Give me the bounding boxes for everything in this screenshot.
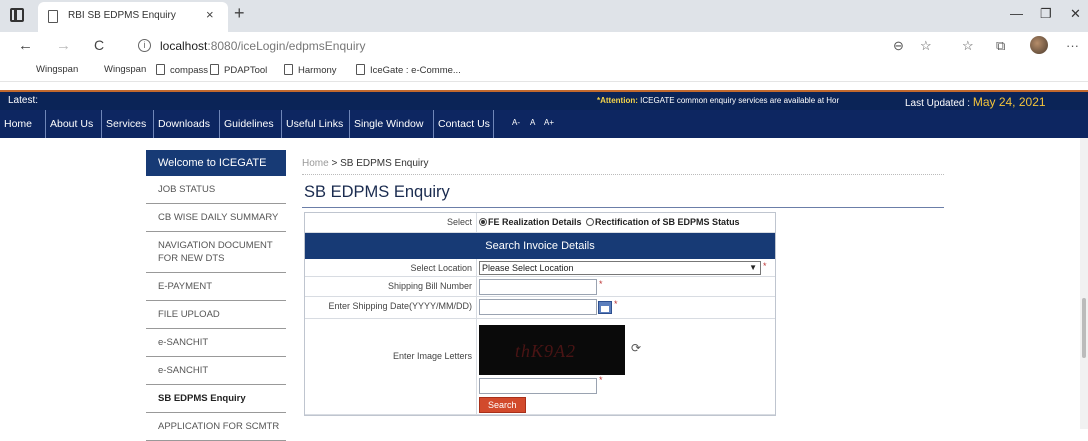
- sidebar-item-cb-wise-summary[interactable]: CB WISE DAILY SUMMARY: [146, 204, 286, 232]
- section-heading: Search Invoice Details: [305, 233, 775, 259]
- chevron-down-icon: ▼: [749, 263, 757, 272]
- address-bar: ← → C i localhost:8080/iceLogin/edpmsEnq…: [0, 32, 1088, 60]
- main-nav: Home About Us Services Downloads Guideli…: [0, 110, 1088, 138]
- captcha-label: Enter Image Letters: [305, 319, 477, 414]
- sidebar-item-navigation-document[interactable]: NAVIGATION DOCUMENT FOR NEW DTS: [146, 232, 286, 273]
- edpms-form: Select FE Realization Details Rectificat…: [304, 212, 776, 416]
- collections-icon[interactable]: ⧉: [996, 38, 1005, 54]
- last-updated: Last Updated : May 24, 2021: [905, 95, 1046, 109]
- sb-number-label: Shipping Bill Number: [305, 277, 477, 296]
- font-normal-button[interactable]: A: [530, 118, 535, 127]
- rectification-label[interactable]: Rectification of SB EDPMS Status: [595, 217, 740, 227]
- side-menu: Welcome to ICEGATE JOB STATUS CB WISE DA…: [146, 150, 286, 441]
- bookmark-item[interactable]: Wingspan: [36, 64, 78, 75]
- select-label: Select: [305, 213, 477, 232]
- sidebar-item-job-status[interactable]: JOB STATUS: [146, 176, 286, 204]
- page-icon: [156, 64, 165, 75]
- tab-close-icon[interactable]: ×: [206, 7, 214, 22]
- bookmark-item[interactable]: Harmony: [284, 64, 337, 76]
- page-icon: [48, 10, 58, 23]
- nav-useful-links[interactable]: Useful Links: [282, 110, 350, 138]
- sb-number-row: Shipping Bill Number *: [305, 277, 775, 297]
- bookmark-item[interactable]: IceGate : e-Comme...: [356, 64, 461, 76]
- sb-number-input[interactable]: [479, 279, 597, 295]
- profile-avatar[interactable]: [1030, 36, 1048, 54]
- captcha-input[interactable]: [479, 378, 597, 394]
- more-icon[interactable]: ···: [1066, 38, 1079, 53]
- latest-label: Latest:: [8, 95, 39, 106]
- favorites-icon[interactable]: ☆: [962, 38, 974, 54]
- page-icon: [356, 64, 365, 75]
- font-increase-button[interactable]: A+: [544, 118, 554, 127]
- forward-icon[interactable]: →: [56, 37, 71, 54]
- bookmark-item[interactable]: compass: [156, 64, 208, 76]
- select-row: Select FE Realization Details Rectificat…: [305, 213, 775, 233]
- bookmark-item[interactable]: PDAPTool: [210, 64, 267, 76]
- breadcrumb-home[interactable]: Home: [302, 158, 329, 169]
- read-aloud-icon[interactable]: ☆: [920, 38, 932, 54]
- attention-ticker[interactable]: *Attention: ICEGATE common enquiry servi…: [597, 96, 839, 105]
- nav-services[interactable]: Services: [102, 110, 154, 138]
- welcome-heading: Welcome to ICEGATE: [146, 150, 286, 176]
- fe-realization-label[interactable]: FE Realization Details: [488, 217, 582, 227]
- zoom-icon[interactable]: ⊖: [893, 38, 904, 54]
- site-info-icon[interactable]: i: [138, 39, 151, 52]
- reload-icon[interactable]: C: [94, 37, 104, 53]
- nav-guidelines[interactable]: Guidelines: [220, 110, 282, 138]
- page-icon: [210, 64, 219, 75]
- calendar-icon[interactable]: [598, 300, 612, 314]
- fe-realization-radio[interactable]: [479, 218, 487, 226]
- sb-date-label: Enter Shipping Date(YYYY/MM/DD): [305, 297, 477, 318]
- page-title: SB EDPMS Enquiry: [304, 183, 450, 201]
- location-label: Select Location: [305, 259, 477, 276]
- refresh-captcha-icon[interactable]: ⟳: [631, 341, 641, 355]
- breadcrumb-current: SB EDPMS Enquiry: [340, 158, 429, 169]
- maximize-icon[interactable]: ❐: [1040, 6, 1052, 22]
- scrollbar-thumb[interactable]: [1082, 298, 1086, 358]
- back-icon[interactable]: ←: [18, 37, 33, 54]
- new-tab-icon[interactable]: +: [234, 3, 245, 24]
- sidebar-item-application-scmtr[interactable]: APPLICATION FOR SCMTR: [146, 413, 286, 441]
- nav-contact-us[interactable]: Contact Us: [434, 110, 494, 138]
- browser-tab[interactable]: RBI SB EDPMS Enquiry ×: [38, 2, 228, 32]
- page-scrollbar[interactable]: [1080, 138, 1088, 429]
- minimize-icon[interactable]: —: [1010, 6, 1023, 21]
- captcha-row: Enter Image Letters thK9A2 ⟳ * Search: [305, 319, 775, 415]
- nav-about-us[interactable]: About Us: [46, 110, 102, 138]
- url-field[interactable]: localhost:8080/iceLogin/edpmsEnquiry: [160, 39, 365, 53]
- sb-date-row: Enter Shipping Date(YYYY/MM/DD) *: [305, 297, 775, 319]
- browser-tabstrip: RBI SB EDPMS Enquiry × + — ❐ ✕: [0, 0, 1088, 32]
- page-icon: [284, 64, 293, 75]
- location-row: Select Location Please Select Location ▼ *: [305, 259, 775, 277]
- font-decrease-button[interactable]: A-: [512, 118, 520, 127]
- sidebar-item-e-payment[interactable]: E-PAYMENT: [146, 273, 286, 301]
- sb-date-input[interactable]: [479, 299, 597, 315]
- location-select[interactable]: Please Select Location ▼: [479, 261, 761, 275]
- rectification-radio[interactable]: [586, 218, 595, 226]
- sidebar-item-sb-edpms-enquiry[interactable]: SB EDPMS Enquiry: [146, 385, 286, 413]
- close-window-icon[interactable]: ✕: [1070, 6, 1081, 22]
- sidebar-item-e-sanchit-2[interactable]: e-SANCHIT: [146, 357, 286, 385]
- nav-downloads[interactable]: Downloads: [154, 110, 220, 138]
- breadcrumb-divider: [302, 174, 944, 175]
- captcha-image: thK9A2: [479, 325, 625, 375]
- tab-title: RBI SB EDPMS Enquiry: [68, 10, 176, 21]
- sidebar-item-e-sanchit[interactable]: e-SANCHIT: [146, 329, 286, 357]
- sidebar-item-file-upload[interactable]: FILE UPLOAD: [146, 301, 286, 329]
- tab-actions-icon[interactable]: [10, 8, 24, 22]
- bookmarks-bar: Wingspan Wingspan compass PDAPTool Harmo…: [0, 60, 1088, 82]
- latest-bar: Latest: *Attention: ICEGATE common enqui…: [0, 90, 1088, 110]
- bookmark-item[interactable]: Wingspan: [104, 64, 146, 75]
- title-divider: [302, 207, 944, 208]
- nav-home[interactable]: Home: [0, 110, 46, 138]
- search-button[interactable]: Search: [479, 397, 526, 413]
- breadcrumb: Home > SB EDPMS Enquiry: [302, 158, 429, 169]
- nav-single-window[interactable]: Single Window: [350, 110, 434, 138]
